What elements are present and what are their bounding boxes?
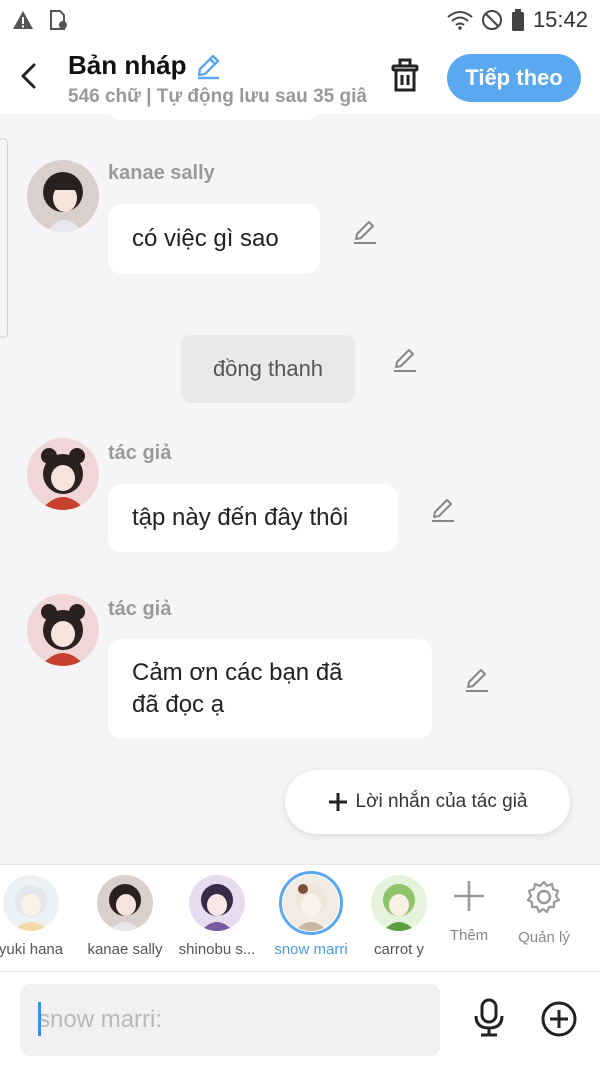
plus-circle-icon — [541, 1001, 577, 1037]
message-line: đã đọc ạ — [132, 691, 225, 718]
character-name: carrot y — [373, 941, 424, 958]
wifi-icon — [447, 11, 473, 30]
gear-icon — [526, 880, 561, 914]
message-bubble[interactable]: có việc gì sao — [108, 204, 320, 274]
do-not-disturb-icon — [481, 10, 502, 30]
status-bar: 15:42 — [0, 0, 600, 40]
character-item[interactable]: kanae sally — [80, 875, 170, 958]
character-item[interactable]: yuki hana — [0, 875, 76, 958]
next-button[interactable]: Tiếp theo — [447, 54, 581, 102]
manage-label: Quản lý — [518, 929, 570, 946]
side-drawer-handle[interactable] — [0, 138, 8, 338]
avatar[interactable] — [27, 594, 99, 666]
add-attachment-button[interactable] — [540, 1000, 578, 1038]
add-character-button[interactable]: Thêm — [434, 879, 504, 944]
message-bubble[interactable]: tập này đến đây thôi — [108, 484, 398, 552]
plus-icon — [454, 881, 484, 911]
chat-area[interactable]: kanae sally có việc gì sao đồng thanh tá… — [0, 114, 600, 864]
add-label: Thêm — [449, 927, 489, 944]
author-note-label: Lời nhắn của tác giả — [355, 791, 528, 812]
speaker-name: tác giả — [108, 598, 172, 620]
character-name: yuki hana — [0, 941, 64, 958]
delete-button[interactable] — [388, 58, 422, 94]
edit-message-icon[interactable] — [351, 218, 379, 246]
character-avatar — [371, 875, 427, 931]
character-selector: yuki hana kanae sally shinobu s... snow … — [0, 864, 600, 972]
microphone-icon — [474, 998, 504, 1037]
author-note-button[interactable]: Lời nhắn của tác giả — [285, 770, 570, 834]
back-button[interactable] — [14, 58, 42, 94]
character-avatar — [279, 871, 343, 935]
speaker-name: kanae sally — [108, 162, 215, 184]
composer-bar — [0, 972, 600, 1067]
character-name: snow marri — [274, 941, 348, 958]
character-avatar — [3, 875, 59, 931]
avatar[interactable] — [27, 160, 99, 232]
plus-icon — [328, 793, 347, 811]
narration-bubble[interactable]: đồng thanh — [181, 335, 355, 403]
trash-icon — [391, 58, 419, 92]
edit-message-icon[interactable] — [463, 666, 491, 694]
speaker-name: tác giả — [108, 442, 172, 464]
edit-message-icon[interactable] — [429, 496, 457, 524]
avatar[interactable] — [27, 438, 99, 510]
back-arrow-icon — [21, 63, 36, 89]
edit-message-icon[interactable] — [391, 346, 419, 374]
voice-input-button[interactable] — [470, 998, 508, 1038]
title-row: Bản nháp — [68, 50, 222, 81]
battery-icon — [511, 9, 524, 31]
message-bubble[interactable]: Cảm ơn các bạn đã đã đọc ạ — [108, 639, 432, 739]
manage-characters-button[interactable]: Quản lý — [509, 879, 579, 946]
character-avatar — [97, 875, 153, 931]
top-app-bar: Bản nháp 546 chữ | Tự động lưu sau 35 gi… — [0, 40, 600, 114]
word-count-autosave: 546 chữ | Tự động lưu sau 35 giâ — [68, 86, 367, 107]
clock: 15:42 — [532, 7, 588, 32]
file-settings-icon — [50, 10, 67, 30]
edit-title-icon[interactable] — [194, 52, 222, 80]
page-title: Bản nháp — [68, 50, 187, 80]
previous-message-bubble[interactable] — [108, 114, 320, 120]
character-name: kanae sally — [87, 941, 163, 958]
character-name: shinobu s... — [178, 941, 256, 958]
text-cursor — [38, 1002, 41, 1036]
character-item[interactable]: carrot y — [354, 875, 444, 958]
character-avatar — [189, 875, 245, 931]
character-item[interactable]: shinobu s... — [172, 875, 262, 958]
warning-icon — [13, 11, 33, 29]
message-line: Cảm ơn các bạn đã — [132, 659, 343, 686]
message-input[interactable] — [20, 984, 440, 1056]
character-item-selected[interactable]: snow marri — [266, 871, 356, 958]
